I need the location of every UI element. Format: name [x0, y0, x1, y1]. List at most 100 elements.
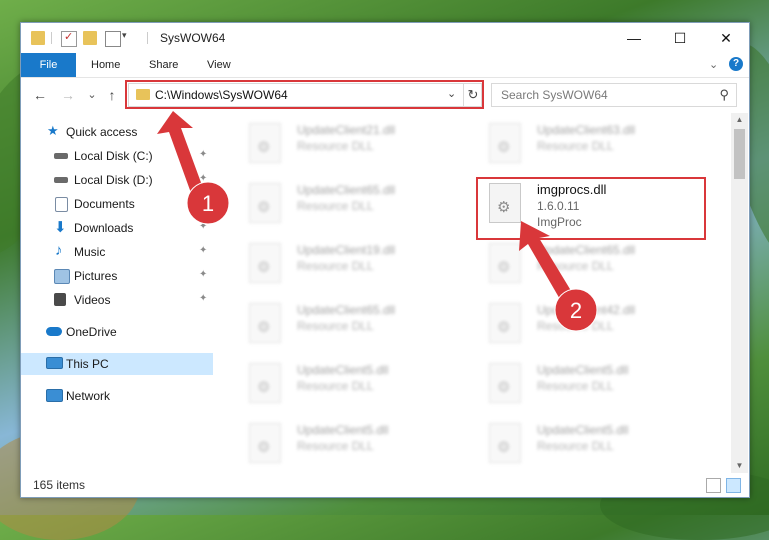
forward-button[interactable]: →: [59, 86, 77, 104]
sidebar-item-label: OneDrive: [66, 325, 117, 339]
search-input[interactable]: Search SysWOW64: [501, 88, 608, 102]
refresh-button[interactable]: ↻: [463, 84, 482, 106]
scroll-up-arrow[interactable]: ▲: [731, 113, 748, 127]
dll-file-icon: ⚙: [249, 243, 281, 283]
file-item[interactable]: ⚙ UpdateClient63.dll Resource DLL: [483, 117, 713, 167]
up-button[interactable]: ↑: [103, 86, 121, 104]
dll-file-icon: ⚙: [489, 183, 521, 223]
file-item[interactable]: ⚙ UpdateClient65.dll Resource DLL: [483, 237, 713, 287]
dll-file-icon: ⚙: [249, 363, 281, 403]
pin-icon: ✦: [199, 269, 208, 280]
file-name: UpdateClient5.dll: [537, 423, 629, 437]
pin-icon: ✦: [199, 173, 208, 184]
file-description: ImgProc: [537, 215, 582, 229]
file-name: UpdateClient5.dll: [297, 423, 389, 437]
properties-icon[interactable]: ✓: [61, 31, 77, 47]
address-bar[interactable]: C:\Windows\SysWOW64 ⌄ ↻: [128, 83, 482, 107]
sidebar-item-pictures[interactable]: Pictures ✦: [21, 265, 213, 287]
expand-ribbon-icon[interactable]: ⌄: [709, 53, 718, 77]
close-button[interactable]: ✕: [703, 23, 749, 53]
details-view-icon[interactable]: [706, 478, 721, 493]
file-name: UpdateClient65.dll: [297, 303, 396, 317]
gear-icon: ⚙: [497, 199, 511, 216]
pin-icon: ✦: [199, 221, 208, 232]
sidebar-item-label: Quick access: [66, 125, 138, 139]
file-item[interactable]: ⚙ UpdateClient65.dll Resource DLL: [243, 177, 473, 227]
file-item[interactable]: ⚙ UpdateClient5.dll Resource DLL: [243, 357, 473, 407]
tab-share[interactable]: Share: [149, 53, 178, 77]
file-type: Resource DLL: [297, 439, 374, 453]
file-item[interactable]: ⚙ UpdateClient42.dll Resource DLL: [483, 297, 713, 347]
download-icon: ⬇: [54, 219, 67, 236]
search-box[interactable]: Search SysWOW64 ⚲: [491, 83, 737, 107]
sidebar-item-music[interactable]: ♪ Music ✦: [21, 241, 213, 263]
vertical-scrollbar[interactable]: ▲ ▼: [731, 113, 748, 473]
customize-toolbar-icon[interactable]: [105, 31, 121, 47]
gear-icon: ⚙: [497, 139, 511, 156]
file-name: UpdateClient19.dll: [297, 243, 396, 257]
sidebar-item-label: This PC: [66, 357, 109, 371]
sidebar-item-label: Local Disk (D:): [74, 173, 153, 187]
sidebar-item-onedrive[interactable]: OneDrive: [21, 321, 213, 343]
gear-icon: ⚙: [497, 379, 511, 396]
file-name: UpdateClient5.dll: [537, 363, 629, 377]
explorer-window: ✓ ▾ SysWOW64 — ☐ ✕ File Home Share View …: [20, 22, 750, 498]
sidebar-item-network[interactable]: Network: [21, 385, 213, 407]
sidebar-item-this-pc[interactable]: This PC: [21, 353, 213, 375]
new-folder-icon[interactable]: [83, 31, 97, 45]
file-type: Resource DLL: [297, 199, 374, 213]
dll-file-icon: ⚙: [249, 303, 281, 343]
checkmark-icon: ✓: [64, 31, 74, 43]
file-item[interactable]: ⚙ UpdateClient65.dll Resource DLL: [243, 297, 473, 347]
gear-icon: ⚙: [257, 319, 271, 336]
file-item[interactable]: ⚙ UpdateClient21.dll Resource DLL: [243, 117, 473, 167]
file-type: Resource DLL: [297, 319, 374, 333]
back-button[interactable]: ←: [31, 86, 49, 104]
file-item-imgprocs[interactable]: ⚙ imgprocs.dll 1.6.0.11 ImgProc: [483, 177, 713, 229]
pin-icon: ✦: [199, 293, 208, 304]
tab-home[interactable]: Home: [91, 53, 120, 77]
sidebar-item-downloads[interactable]: ⬇ Downloads ✦: [21, 217, 213, 239]
search-icon[interactable]: ⚲: [719, 87, 729, 103]
file-item[interactable]: ⚙ UpdateClient5.dll Resource DLL: [483, 357, 713, 407]
sidebar-item-quick-access[interactable]: ★ Quick access: [21, 121, 213, 143]
file-name: UpdateClient63.dll: [537, 123, 636, 137]
drive-icon: [54, 153, 68, 159]
sidebar-item-local-disk-c[interactable]: Local Disk (C:) ✦: [21, 145, 213, 167]
large-icons-view-icon[interactable]: [726, 478, 741, 493]
file-item[interactable]: ⚙ UpdateClient19.dll Resource DLL: [243, 237, 473, 287]
chevron-down-icon[interactable]: ⌄: [447, 87, 456, 100]
sidebar-item-documents[interactable]: Documents ✦: [21, 193, 213, 215]
tab-file[interactable]: File: [21, 53, 76, 77]
window-title: SysWOW64: [160, 31, 226, 45]
maximize-button[interactable]: ☐: [657, 23, 703, 53]
minimize-button[interactable]: —: [611, 23, 657, 53]
dll-file-icon: ⚙: [249, 183, 281, 223]
videos-icon: [54, 293, 66, 306]
gear-icon: ⚙: [497, 439, 511, 456]
dll-file-icon: ⚙: [489, 363, 521, 403]
sidebar-item-label: Pictures: [74, 269, 118, 283]
scroll-down-arrow[interactable]: ▼: [731, 459, 748, 473]
help-icon[interactable]: ?: [729, 57, 743, 71]
separator: [147, 32, 148, 44]
file-name: UpdateClient5.dll: [297, 363, 389, 377]
address-path[interactable]: C:\Windows\SysWOW64: [155, 88, 288, 102]
scroll-thumb[interactable]: [734, 129, 745, 179]
recent-locations-button[interactable]: ⌄: [83, 86, 101, 104]
file-item[interactable]: ⚙ UpdateClient5.dll Resource DLL: [243, 417, 473, 467]
sidebar-item-videos[interactable]: Videos ✦: [21, 289, 213, 311]
music-icon: ♪: [55, 242, 63, 259]
sidebar-item-label: Local Disk (C:): [74, 149, 153, 163]
star-icon: ★: [47, 123, 59, 138]
toolbar-dropdown-icon[interactable]: ▾: [122, 30, 127, 41]
sidebar-item-local-disk-d[interactable]: Local Disk (D:) ✦: [21, 169, 213, 191]
cloud-icon: [46, 327, 62, 336]
file-name: imgprocs.dll: [537, 182, 607, 197]
file-item[interactable]: ⚙ UpdateClient5.dll Resource DLL: [483, 417, 713, 467]
dll-file-icon: ⚙: [249, 423, 281, 463]
dll-file-icon: ⚙: [489, 123, 521, 163]
gear-icon: ⚙: [257, 259, 271, 276]
file-type: Resource DLL: [537, 379, 614, 393]
tab-view[interactable]: View: [207, 53, 231, 77]
